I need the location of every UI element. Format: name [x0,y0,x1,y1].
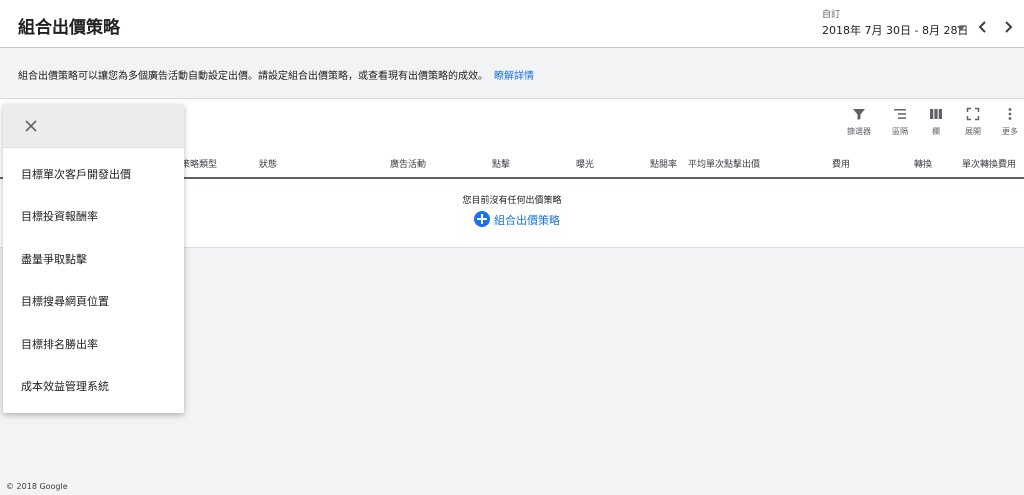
menu-item-label: 目標搜尋網頁位置 [21,295,109,308]
segment-icon [894,109,906,119]
column-header-campaigns[interactable]: 廣告活動 [390,157,426,170]
more-vert-icon [1008,108,1012,120]
page-title: 組合出價策略 [18,18,120,38]
columns-label: 欄 [932,127,940,136]
close-icon [25,120,37,132]
add-strategy-label: 組合出價策略 [494,214,560,227]
column-header-conversions[interactable]: 轉換 [914,157,932,170]
fullscreen-icon [966,107,980,121]
date-range-label: 自訂 [822,10,841,20]
menu-header [3,104,184,148]
strategy-type-menu: 目標單次客戶開發出價 目標投資報酬率 盡量爭取點擊 目標搜尋網頁位置 目標排名勝… [3,104,184,413]
footer-copyright: © 2018 Google [6,482,68,491]
segment-label: 區隔 [892,127,908,136]
dropdown-arrow-icon[interactable] [957,26,965,31]
column-header-avg-cpc-bid[interactable]: 平均單次點擊出價 [688,157,760,170]
learn-more-link[interactable]: 瞭解詳情 [494,71,534,82]
menu-item-label: 成本效益管理系統 [21,380,109,393]
column-header-cost-per-conversion[interactable]: 單次轉換費用 [962,157,1016,170]
expand-button[interactable]: 展開 [953,107,993,141]
close-menu-button[interactable] [21,116,41,136]
columns-icon [930,109,942,119]
column-header-impressions[interactable]: 曝光 [576,157,594,170]
menu-item-label: 盡量爭取點擊 [21,253,87,266]
expand-label: 展開 [965,127,981,136]
column-header-status[interactable]: 狀態 [259,157,277,170]
menu-item-label: 目標單次客戶開發出價 [21,168,131,181]
filter-icon [853,109,865,120]
info-description: 組合出價策略可以讓您為多個廣告活動自動設定出價。請設定組合出價策略，或查看現有出… [18,71,488,82]
menu-item-target-search-page-location[interactable]: 目標搜尋網頁位置 [3,279,184,321]
info-text: 組合出價策略可以讓您為多個廣告活動自動設定出價。請設定組合出價策略，或查看現有出… [18,67,534,82]
segment-button[interactable]: 區隔 [880,107,920,141]
columns-button[interactable]: 欄 [916,107,956,141]
filter-label: 篩選器 [847,127,871,136]
more-button[interactable]: 更多 [990,107,1024,141]
previous-period-button[interactable] [973,17,993,37]
add-circle-icon [474,211,490,227]
column-header-clicks[interactable]: 點擊 [492,157,510,170]
info-banner: 組合出價策略可以讓您為多個廣告活動自動設定出價。請設定組合出價策略，或查看現有出… [0,48,1024,99]
column-header-ctr[interactable]: 點閱率 [650,157,677,170]
menu-item-target-outranking-share[interactable]: 目標排名勝出率 [3,322,184,364]
date-range-selector[interactable]: 2018年 7月 30日 - 8月 28日 [822,22,968,38]
column-header-strategy-type[interactable]: 策略類型 [181,157,217,170]
menu-item-label: 目標排名勝出率 [21,338,98,351]
menu-item-target-roas[interactable]: 目標投資報酬率 [3,194,184,236]
menu-item-maximize-clicks[interactable]: 盡量爭取點擊 [3,237,184,279]
next-period-button[interactable] [998,17,1018,37]
menu-item-enhanced-cpc[interactable]: 成本效益管理系統 [3,364,184,406]
chevron-left-icon [978,21,986,33]
menu-item-label: 目標投資報酬率 [21,210,98,223]
menu-item-target-cpa[interactable]: 目標單次客戶開發出價 [3,152,184,194]
more-label: 更多 [1002,127,1018,136]
column-header-cost[interactable]: 費用 [832,157,850,170]
chevron-right-icon [1005,21,1013,33]
top-bar: 組合出價策略 自訂 2018年 7月 30日 - 8月 28日 [0,0,1024,48]
filter-button[interactable]: 篩選器 [839,107,879,141]
